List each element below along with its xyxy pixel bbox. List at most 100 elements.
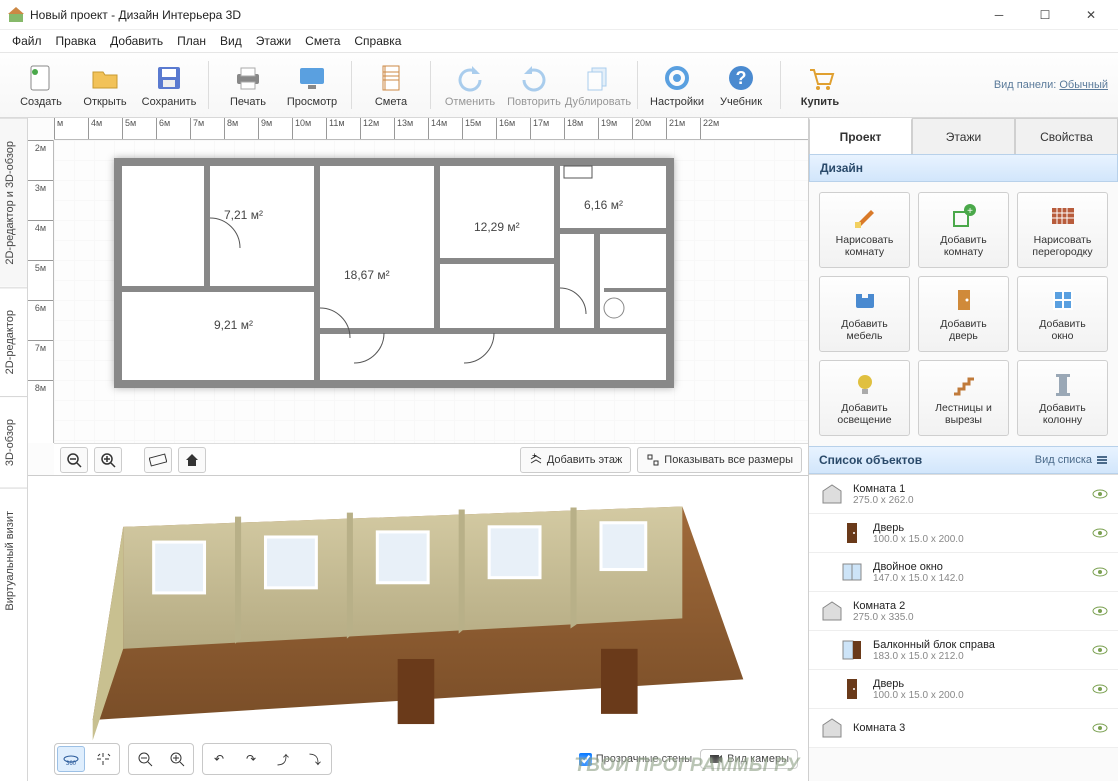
duplicate-button[interactable]: Дублировать	[567, 56, 629, 114]
light-icon	[851, 370, 879, 398]
tab-properties[interactable]: Свойства	[1015, 118, 1118, 154]
list-view-link[interactable]: Вид списка	[1035, 454, 1108, 466]
object-list-item[interactable]: Двойное окно147.0 x 15.0 x 142.0	[809, 553, 1118, 592]
object-thumb	[839, 676, 865, 702]
tab-virtual-visit[interactable]: Виртуальный визит	[0, 488, 27, 633]
transparent-walls-checkbox[interactable]: Прозрачные стены	[579, 753, 692, 766]
show-dimensions-button[interactable]: Показывать все размеры	[637, 447, 802, 473]
panel-mode-link[interactable]: Обычный	[1059, 79, 1108, 91]
object-list[interactable]: Комната 1275.0 x 262.0Дверь100.0 x 15.0 …	[809, 474, 1118, 781]
settings-button[interactable]: Настройки	[646, 56, 708, 114]
visibility-icon[interactable]	[1092, 720, 1108, 736]
object-list-item[interactable]: Дверь100.0 x 15.0 x 200.0	[809, 514, 1118, 553]
svg-text:?: ?	[736, 68, 747, 88]
redo-button[interactable]: Повторить	[503, 56, 565, 114]
tool-column[interactable]: Добавитьколонну	[1017, 360, 1108, 436]
door-icon	[950, 286, 978, 314]
pan-button[interactable]	[89, 746, 117, 772]
tool-window[interactable]: Добавитьокно	[1017, 276, 1108, 352]
view-3d-pane[interactable]	[28, 476, 808, 781]
design-section-header: Дизайн	[809, 154, 1118, 182]
tab-floors[interactable]: Этажи	[912, 118, 1015, 154]
maximize-button[interactable]: ☐	[1022, 0, 1068, 30]
app-icon	[8, 7, 24, 23]
menu-view[interactable]: Вид	[220, 34, 242, 48]
camera-icon	[709, 754, 723, 764]
camera-view-button[interactable]: Вид камеры	[700, 749, 798, 769]
tab-3d[interactable]: 3D-обзор	[0, 396, 27, 488]
floorplan[interactable]	[114, 158, 674, 388]
window-title: Новый проект - Дизайн Интерьера 3D	[30, 8, 976, 22]
rotate-left-button[interactable]: ↶	[205, 746, 233, 772]
tool-add-room[interactable]: +Добавитькомнату	[918, 192, 1009, 268]
visibility-icon[interactable]	[1092, 486, 1108, 502]
visibility-icon[interactable]	[1092, 681, 1108, 697]
menu-estimate[interactable]: Смета	[305, 34, 340, 48]
object-list-item[interactable]: Дверь100.0 x 15.0 x 200.0	[809, 670, 1118, 709]
tab-project[interactable]: Проект	[809, 118, 912, 154]
object-list-item[interactable]: Комната 3	[809, 709, 1118, 748]
print-button[interactable]: Печать	[217, 56, 279, 114]
close-button[interactable]: ✕	[1068, 0, 1114, 30]
menu-bar: Файл Правка Добавить План Вид Этажи Смет…	[0, 30, 1118, 52]
rotate-right-button[interactable]: ↷	[237, 746, 265, 772]
preview-button[interactable]: Просмотр	[281, 56, 343, 114]
zoom-in-3d-button[interactable]	[163, 746, 191, 772]
measure-button[interactable]	[144, 447, 172, 473]
draw-room-icon	[851, 202, 879, 230]
right-panel: Проект Этажи Свойства Дизайн Нарисоватьк…	[808, 118, 1118, 781]
menu-floors[interactable]: Этажи	[256, 34, 291, 48]
tool-furniture[interactable]: Добавитьмебель	[819, 276, 910, 352]
tool-draw-room[interactable]: Нарисоватькомнату	[819, 192, 910, 268]
zoom-out-button[interactable]	[60, 447, 88, 473]
tool-partition[interactable]: Нарисоватьперегородку	[1017, 192, 1108, 268]
objects-section-header: Список объектов Вид списка	[809, 446, 1118, 474]
home-button[interactable]	[178, 447, 206, 473]
zoom-out-3d-button[interactable]	[131, 746, 159, 772]
menu-edit[interactable]: Правка	[56, 34, 97, 48]
plan-toolbar: +Добавить этаж Показывать все размеры	[54, 443, 808, 475]
tool-stairs[interactable]: Лестницы ивырезы	[918, 360, 1009, 436]
visibility-icon[interactable]	[1092, 564, 1108, 580]
estimate-button[interactable]: Смета	[360, 56, 422, 114]
tab-2d-and-3d[interactable]: 2D-редактор и 3D-обзор	[0, 118, 27, 287]
column-icon	[1049, 370, 1077, 398]
plan-2d-pane[interactable]: м4м5м6м7м8м9м10м11м12м13м14м15м16м17м18м…	[28, 118, 808, 476]
minimize-button[interactable]: ─	[976, 0, 1022, 30]
redo-icon	[518, 62, 550, 94]
object-list-item[interactable]: Комната 2275.0 x 335.0	[809, 592, 1118, 631]
object-list-item[interactable]: Комната 1275.0 x 262.0	[809, 475, 1118, 514]
new-button[interactable]: Создать	[10, 56, 72, 114]
zoom-in-button[interactable]	[94, 447, 122, 473]
canvas-2d[interactable]: 7,21 м²18,67 м²12,29 м²6,16 м²9,21 м²	[54, 140, 808, 443]
undo-icon	[454, 62, 486, 94]
panel-mode-label: Вид панели: Обычный	[994, 79, 1108, 91]
tilt-down-button[interactable]: ⤵	[301, 746, 329, 772]
add-floor-button[interactable]: +Добавить этаж	[520, 447, 631, 473]
visibility-icon[interactable]	[1092, 603, 1108, 619]
buy-button[interactable]: Купить	[789, 56, 851, 114]
menu-help[interactable]: Справка	[354, 34, 401, 48]
cart-icon	[804, 62, 836, 94]
orbit-button[interactable]: 360	[57, 746, 85, 772]
estimate-icon	[375, 62, 407, 94]
object-name: Комната 2	[853, 600, 1084, 612]
undo-button[interactable]: Отменить	[439, 56, 501, 114]
menu-add[interactable]: Добавить	[110, 34, 163, 48]
visibility-icon[interactable]	[1092, 642, 1108, 658]
tab-2d[interactable]: 2D-редактор	[0, 287, 27, 396]
menu-file[interactable]: Файл	[12, 34, 42, 48]
visibility-icon[interactable]	[1092, 525, 1108, 541]
tool-light[interactable]: Добавитьосвещение	[819, 360, 910, 436]
save-button[interactable]: Сохранить	[138, 56, 200, 114]
object-list-item[interactable]: Балконный блок справа183.0 x 15.0 x 212.…	[809, 631, 1118, 670]
design-tools-grid: Нарисоватькомнату+ДобавитькомнатуНарисов…	[809, 182, 1118, 446]
open-button[interactable]: Открыть	[74, 56, 136, 114]
menu-plan[interactable]: План	[177, 34, 206, 48]
tool-door[interactable]: Добавитьдверь	[918, 276, 1009, 352]
main-toolbar: Создать Открыть Сохранить Печать Просмот…	[0, 52, 1118, 118]
tutorial-button[interactable]: ?Учебник	[710, 56, 772, 114]
tilt-up-button[interactable]: ⤴	[269, 746, 297, 772]
gear-icon	[661, 62, 693, 94]
room-area-label: 7,21 м²	[224, 208, 263, 222]
